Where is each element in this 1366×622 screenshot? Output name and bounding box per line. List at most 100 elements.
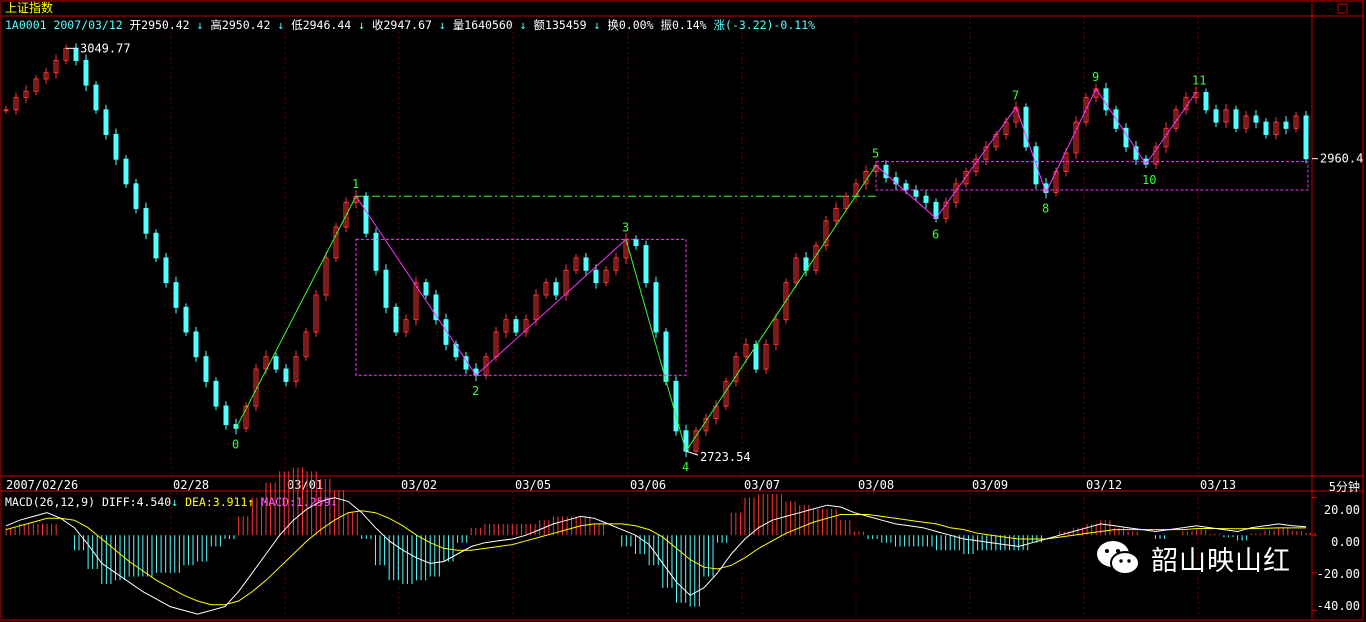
wave-line [475,239,627,376]
code-date: 1A0001 2007/03/12 [5,18,123,32]
price-candle [1283,121,1289,129]
price-candle [3,109,9,112]
x-tick-label: 03/12 [1086,478,1122,492]
price-candle [123,158,129,185]
macd-y-tick: 20.00 [1323,503,1360,517]
x-tick-label: 2007/02/26 [6,478,78,492]
price-candle [423,282,429,296]
price-candle [73,47,79,61]
macd-y-tick: -40.00 [1316,599,1360,613]
price-candle [183,306,189,333]
watermark: 韶山映山红 [1095,538,1291,578]
price-candle [93,84,99,111]
price-candle [393,306,399,333]
macd-value: MACD:1.259 [261,495,331,509]
price-candle [653,282,659,333]
price-candle [283,368,289,382]
wave-line [1015,107,1047,193]
x-tick-label: 03/13 [1200,478,1236,492]
macd-info-line: MACD(26,12,9) DIFF:4.540↓ DEA:3.911↑ MAC… [5,495,338,509]
wave-label: 3 [622,220,629,234]
diff-value: DIFF:4.540 [101,495,172,509]
price-candle [673,380,679,432]
wave-line [875,164,937,219]
last-price-label: 2960.4 [1320,152,1363,166]
wechat-icon [1097,541,1140,575]
wave-label: 10 [1142,173,1156,187]
price-candle [633,238,639,247]
wave-label: 11 [1192,73,1206,87]
price-candle [683,430,689,452]
wave-label: 4 [682,460,689,474]
price-candle [593,269,599,284]
amount-value: 额135459 [533,18,587,32]
stock-chart-window: 2007/02/26 02/28 03/01 03/02 03/05 03/06 03/07… [0,0,1366,622]
high-marker-label: 3049.77 [80,41,131,55]
wave-line [1045,88,1097,193]
outer-frame [0,0,1364,621]
chart-canvas[interactable]: 2007/02/26 02/28 03/01 03/02 03/05 03/06 03/07… [0,0,1366,622]
price-candle [383,269,389,308]
price-candle [373,232,379,271]
dea-value: DEA:3.911 [185,495,248,509]
price-candle [923,195,929,203]
x-tick-label: 03/05 [515,478,551,492]
macd-label: MACD(26,12,9) [5,495,96,509]
price-candle [153,232,159,259]
price-candle [903,183,909,191]
x-tick-label: 03/06 [630,478,666,492]
price-candle [1263,121,1269,135]
wave-line [235,195,357,429]
price-candle [363,195,369,234]
price-candle [1203,91,1209,111]
x-tick-label: 03/09 [972,478,1008,492]
wave-label: 7 [1012,88,1019,102]
wave-line [1095,88,1147,165]
close-value: 收2947.67 [371,18,432,32]
period-label[interactable]: 5分钟 [1329,478,1360,495]
wave-label: 6 [932,227,939,241]
price-candle [553,282,559,296]
macd-y-tick: -20.00 [1316,567,1360,581]
x-tick-label: 02/28 [173,478,209,492]
price-candle [643,245,649,284]
wave-label: 8 [1042,202,1049,216]
price-candle [513,319,519,333]
macd-y-tick: 0.00 [1331,535,1360,549]
price-candle [913,189,919,197]
turnover-value: 换0.00% [607,18,654,32]
x-tick-label: 03/08 [858,478,894,492]
price-candle [583,257,589,271]
wave-label: 9 [1092,70,1099,84]
wave-label: 5 [872,146,879,160]
price-candle [1233,109,1239,129]
wave-label: 0 [232,437,239,451]
x-tick-label: 03/01 [287,478,323,492]
price-candle [213,380,219,407]
price-candle [203,356,209,382]
price-candle [113,133,119,160]
price-candle [1303,115,1309,160]
x-tick-label: 03/07 [744,478,780,492]
low-marker-label: 2723.54 [700,450,751,464]
wave-line [685,165,877,452]
index-title: 上证指数 [5,1,54,15]
price-candle [223,405,229,426]
volume-value: 量1640560 [452,18,513,32]
price-candle [1253,115,1259,123]
consolidation-box [355,238,687,376]
window-control-icon [1337,3,1348,14]
price-candle [163,257,169,284]
price-candle [83,59,89,86]
amplitude-value: 振0.14% [660,18,707,32]
watermark-text: 韶山映山红 [1151,545,1291,577]
high-value: 高2950.42 [210,18,271,32]
price-candle [133,183,139,210]
wave-label: 2 [472,384,479,398]
low-value: 低2946.44 [291,18,352,32]
price-candle [273,356,279,370]
wave-line [625,239,687,452]
change-value: 涨(-3.22)-0.11% [713,18,816,32]
wave-line [935,107,1017,219]
wave-line [355,195,477,376]
